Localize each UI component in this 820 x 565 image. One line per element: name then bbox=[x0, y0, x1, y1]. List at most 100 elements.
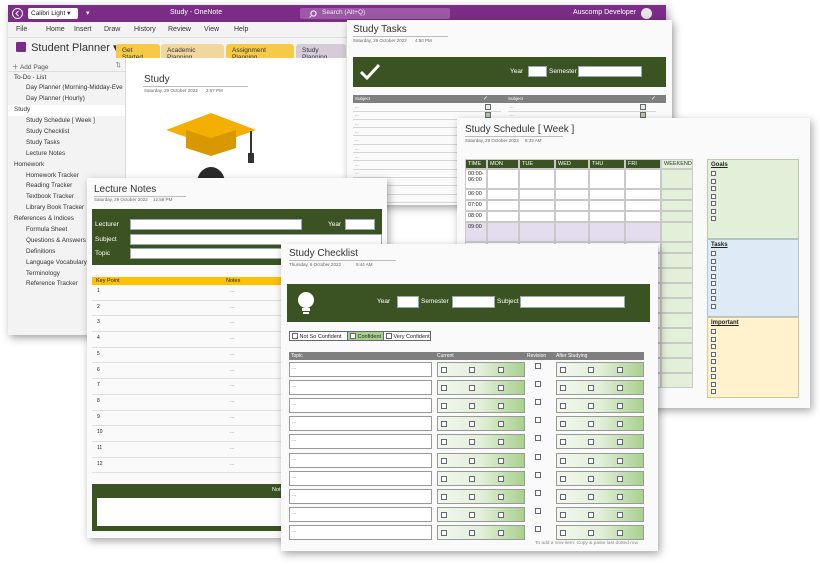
topic-cell[interactable]: ... bbox=[289, 524, 432, 540]
confidence-checkbox[interactable] bbox=[560, 367, 566, 373]
confidence-checkbox[interactable] bbox=[560, 529, 566, 536]
semester-input[interactable] bbox=[452, 296, 495, 308]
lecture-title[interactable]: Lecture Notes bbox=[94, 184, 156, 195]
checkbox-item[interactable] bbox=[708, 358, 798, 366]
checkbox-item[interactable] bbox=[708, 273, 798, 281]
schedule-cell[interactable] bbox=[555, 222, 589, 242]
confidence-checkbox[interactable] bbox=[560, 493, 566, 500]
confidence-checkbox[interactable] bbox=[441, 439, 447, 446]
confidence-checkbox[interactable] bbox=[469, 439, 475, 446]
confidence-checkbox[interactable] bbox=[588, 439, 594, 446]
checkbox-item[interactable] bbox=[708, 250, 798, 258]
lecturer-input[interactable] bbox=[130, 219, 302, 230]
checkbox-item[interactable] bbox=[708, 200, 798, 208]
confidence-checkbox[interactable] bbox=[469, 475, 475, 482]
confidence-checkbox[interactable] bbox=[441, 367, 447, 373]
checkbox-item[interactable] bbox=[708, 265, 798, 273]
topic-cell[interactable]: ... bbox=[289, 380, 432, 396]
menu-help[interactable]: Help bbox=[234, 26, 248, 33]
confidence-checkbox[interactable] bbox=[441, 421, 447, 428]
schedule-cell[interactable] bbox=[519, 211, 555, 222]
checkbox[interactable] bbox=[711, 351, 716, 357]
checklist-title[interactable]: Study Checklist bbox=[289, 248, 358, 259]
checkbox-item[interactable] bbox=[708, 388, 798, 396]
confidence-checkbox[interactable] bbox=[617, 367, 623, 373]
back-icon[interactable] bbox=[12, 8, 23, 19]
schedule-cell[interactable] bbox=[555, 211, 589, 222]
confidence-checkbox[interactable] bbox=[441, 511, 447, 518]
confidence-checkbox[interactable] bbox=[560, 475, 566, 482]
page-list-item[interactable]: Study Schedule [ Week ] bbox=[8, 116, 125, 127]
menu-review[interactable]: Review bbox=[168, 26, 191, 33]
sort-icon[interactable]: ⇅ bbox=[116, 61, 121, 69]
schedule-cell[interactable] bbox=[661, 242, 693, 253]
schedule-cell[interactable] bbox=[661, 253, 693, 268]
topic-cell[interactable]: ... bbox=[289, 452, 432, 468]
confidence-checkbox[interactable] bbox=[498, 439, 504, 446]
schedule-cell[interactable] bbox=[589, 211, 625, 222]
revision-checkbox[interactable] bbox=[535, 489, 541, 496]
schedule-cell[interactable] bbox=[661, 343, 693, 358]
revision-checkbox[interactable] bbox=[535, 363, 541, 369]
checkbox[interactable] bbox=[711, 171, 716, 176]
task-row[interactable]: ... bbox=[353, 104, 501, 112]
confidence-checkbox[interactable] bbox=[469, 529, 475, 536]
checkbox[interactable] bbox=[711, 336, 716, 342]
menu-insert[interactable]: Insert bbox=[74, 26, 92, 33]
confidence-checkbox[interactable] bbox=[441, 457, 447, 464]
page-list-item[interactable]: To-Do - List bbox=[8, 72, 125, 83]
checkbox-item[interactable] bbox=[708, 280, 798, 288]
checkbox-item[interactable] bbox=[708, 303, 798, 311]
task-row[interactable]: ... bbox=[508, 104, 656, 112]
subject-input[interactable] bbox=[520, 296, 625, 308]
menu-file[interactable]: File bbox=[16, 26, 27, 33]
confidence-checkbox[interactable] bbox=[617, 511, 623, 518]
schedule-cell[interactable] bbox=[519, 222, 555, 242]
confidence-checkbox[interactable] bbox=[469, 421, 475, 428]
schedule-cell[interactable] bbox=[661, 358, 693, 373]
topic-cell[interactable]: ... bbox=[289, 488, 432, 504]
topic-cell[interactable]: ... bbox=[289, 398, 432, 414]
checkbox-item[interactable] bbox=[708, 328, 798, 336]
checkbox-item[interactable] bbox=[708, 351, 798, 359]
menu-home[interactable]: Home bbox=[46, 26, 65, 33]
checkbox-item[interactable] bbox=[708, 288, 798, 296]
confidence-checkbox[interactable] bbox=[469, 493, 475, 500]
checkbox[interactable] bbox=[711, 281, 716, 286]
revision-checkbox[interactable] bbox=[535, 399, 541, 406]
schedule-cell[interactable] bbox=[555, 169, 589, 189]
confidence-checkbox[interactable] bbox=[588, 529, 594, 536]
revision-checkbox[interactable] bbox=[535, 453, 541, 460]
quick-access-chevron-icon[interactable]: ▾ bbox=[86, 9, 90, 17]
topic-cell[interactable]: ... bbox=[289, 506, 432, 522]
confidence-checkbox[interactable] bbox=[469, 385, 475, 392]
schedule-cell[interactable] bbox=[661, 313, 693, 328]
search-box[interactable]: Search (Alt+Q) bbox=[300, 8, 450, 19]
confidence-checkbox[interactable] bbox=[441, 403, 447, 410]
revision-checkbox[interactable] bbox=[535, 471, 541, 478]
confidence-checkbox[interactable] bbox=[588, 475, 594, 482]
schedule-cell[interactable] bbox=[661, 211, 693, 222]
confidence-checkbox[interactable] bbox=[588, 385, 594, 392]
checkbox-item[interactable] bbox=[708, 373, 798, 381]
checkbox[interactable] bbox=[711, 186, 716, 191]
confidence-checkbox[interactable] bbox=[560, 511, 566, 518]
confidence-checkbox[interactable] bbox=[617, 439, 623, 446]
revision-checkbox[interactable] bbox=[535, 435, 541, 442]
checkbox[interactable] bbox=[711, 288, 716, 294]
confidence-checkbox[interactable] bbox=[469, 511, 475, 518]
confidence-checkbox[interactable] bbox=[498, 529, 504, 536]
schedule-cell[interactable] bbox=[589, 169, 625, 189]
revision-checkbox[interactable] bbox=[535, 381, 541, 388]
confidence-checkbox[interactable] bbox=[560, 457, 566, 464]
checkbox-item[interactable] bbox=[708, 366, 798, 374]
checkbox[interactable] bbox=[711, 344, 716, 349]
schedule-cell[interactable] bbox=[661, 328, 693, 343]
task-checkbox[interactable] bbox=[485, 104, 491, 110]
confidence-checkbox[interactable] bbox=[560, 385, 566, 392]
font-selector[interactable]: Calibri Light ▾ bbox=[28, 8, 78, 19]
schedule-cell[interactable] bbox=[487, 200, 519, 211]
schedule-title[interactable]: Study Schedule [ Week ] bbox=[465, 124, 574, 135]
schedule-cell[interactable] bbox=[555, 189, 589, 200]
checkbox[interactable] bbox=[711, 216, 716, 221]
